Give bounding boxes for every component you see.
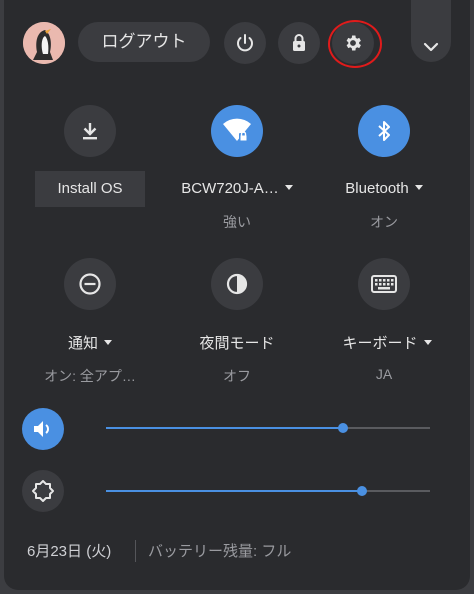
volume-icon xyxy=(34,421,49,437)
install-os-pod-button[interactable] xyxy=(64,105,116,157)
wifi-signal-status: 強い xyxy=(223,214,251,230)
bluetooth-icon xyxy=(378,121,390,141)
volume-mute-button[interactable] xyxy=(22,408,64,450)
keyboard-layout-status: JA xyxy=(375,366,393,382)
collapse-button[interactable] xyxy=(411,0,451,62)
penguin-avatar-icon xyxy=(23,22,65,64)
brightness-slider-fill xyxy=(106,490,362,492)
wifi-network-name: BCW720J-A… xyxy=(181,180,279,197)
chevron-down-icon xyxy=(423,42,439,52)
power-icon xyxy=(237,34,253,52)
install-os-label[interactable]: Install OS xyxy=(35,171,145,207)
volume-slider[interactable] xyxy=(106,423,430,433)
keyboard-caret-icon xyxy=(423,339,432,345)
bluetooth-status: オン xyxy=(370,214,398,230)
night-light-icon xyxy=(226,273,248,295)
do-not-disturb-icon xyxy=(79,273,101,295)
gear-icon xyxy=(346,35,361,51)
notifications-pod-label[interactable]: 通知 xyxy=(30,332,150,353)
wifi-pod-label[interactable]: BCW720J-A… xyxy=(171,180,303,197)
notifications-label-text: 通知 xyxy=(67,335,98,352)
bluetooth-caret-icon xyxy=(414,184,423,190)
download-icon xyxy=(83,123,97,140)
notifications-pod-button[interactable] xyxy=(64,258,116,310)
lock-icon xyxy=(293,34,305,51)
bluetooth-pod-button[interactable] xyxy=(358,105,410,157)
keyboard-label-text: キーボード xyxy=(342,335,418,352)
brightness-icon xyxy=(32,480,54,502)
night-light-pod-label[interactable]: 夜間モード xyxy=(177,332,297,353)
wifi-pod-button[interactable] xyxy=(211,105,263,157)
notifications-status: オン: 全アプ… xyxy=(44,368,136,384)
brightness-slider[interactable] xyxy=(106,486,430,496)
settings-button[interactable] xyxy=(332,22,374,64)
wifi-lock-icon xyxy=(223,118,251,141)
keyboard-pod-button[interactable] xyxy=(358,258,410,310)
brightness-slider-thumb[interactable] xyxy=(357,486,367,496)
signout-button[interactable]: ログアウト xyxy=(78,22,210,62)
lock-button[interactable] xyxy=(278,22,320,64)
bluetooth-pod-label[interactable]: Bluetooth xyxy=(322,180,446,197)
battery-status[interactable]: バッテリー残量: フル xyxy=(148,540,291,561)
notifications-caret-icon xyxy=(104,339,112,345)
wifi-caret-icon xyxy=(284,184,293,190)
volume-slider-fill xyxy=(106,427,343,429)
volume-slider-thumb[interactable] xyxy=(338,423,348,433)
power-button[interactable] xyxy=(224,22,266,64)
brightness-button[interactable] xyxy=(22,470,64,512)
bluetooth-label-text: Bluetooth xyxy=(345,180,409,197)
footer-divider xyxy=(135,540,136,562)
night-light-status: オフ xyxy=(223,368,251,384)
date-label[interactable]: 6月23日 (火) xyxy=(27,540,111,561)
keyboard-icon xyxy=(371,275,397,293)
night-light-pod-button[interactable] xyxy=(211,258,263,310)
keyboard-pod-label[interactable]: キーボード xyxy=(322,332,452,353)
avatar[interactable] xyxy=(23,22,65,64)
